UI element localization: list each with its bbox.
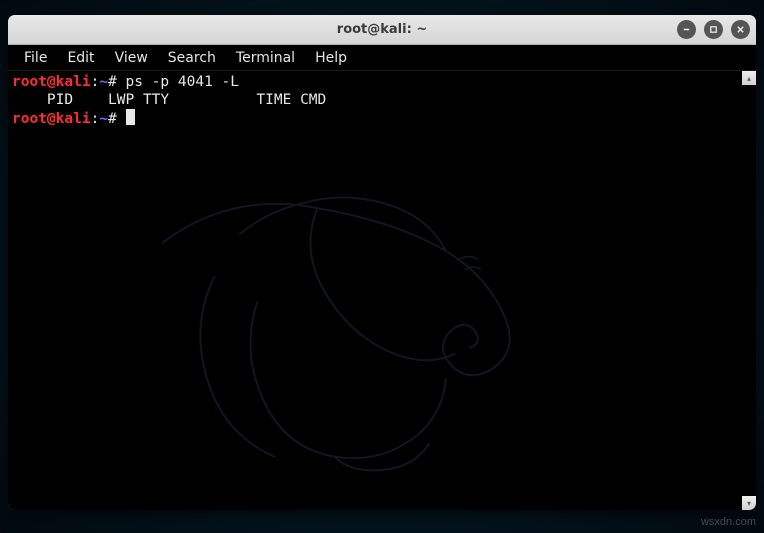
close-icon — [736, 25, 745, 34]
prompt-sep-2: : — [91, 111, 100, 127]
prompt-symbol-2: # — [108, 111, 117, 127]
prompt-sep: : — [91, 74, 100, 90]
prompt-host-2: kali — [56, 111, 91, 127]
window-title: root@kali: ~ — [337, 22, 427, 37]
menubar: File Edit View Search Terminal Help — [8, 45, 756, 71]
watermark: wsxdn.com — [701, 516, 756, 528]
menu-search[interactable]: Search — [158, 47, 226, 69]
command-text: ps -p 4041 -L — [126, 74, 240, 90]
prompt-path-2: ~ — [99, 111, 108, 127]
prompt-user: root — [12, 74, 47, 90]
prompt-path: ~ — [99, 74, 108, 90]
prompt-symbol: # — [108, 74, 117, 90]
maximize-button[interactable] — [704, 20, 723, 39]
terminal-content: root@kali:~# ps -p 4041 -L PID LWP TTY T… — [12, 73, 738, 128]
scroll-down-button[interactable]: ▾ — [742, 496, 756, 510]
window-controls — [677, 20, 750, 39]
output-header: PID LWP TTY TIME CMD — [12, 92, 326, 108]
terminal-body[interactable]: root@kali:~# ps -p 4041 -L PID LWP TTY T… — [8, 71, 742, 510]
titlebar[interactable]: root@kali: ~ — [8, 15, 756, 45]
minimize-icon — [682, 25, 691, 34]
menu-edit[interactable]: Edit — [57, 47, 104, 69]
scrollbar[interactable]: ▴ ▾ — [742, 71, 756, 510]
menu-file[interactable]: File — [14, 47, 57, 69]
prompt-host: kali — [56, 74, 91, 90]
close-button[interactable] — [731, 20, 750, 39]
chevron-up-icon: ▴ — [747, 74, 751, 83]
menu-help[interactable]: Help — [305, 47, 357, 69]
terminal-area: root@kali:~# ps -p 4041 -L PID LWP TTY T… — [8, 71, 756, 510]
prompt-at: @ — [47, 74, 56, 90]
minimize-button[interactable] — [677, 20, 696, 39]
menu-terminal[interactable]: Terminal — [226, 47, 305, 69]
terminal-window: root@kali: ~ File Edit View Search Termi… — [8, 15, 756, 510]
chevron-down-icon: ▾ — [747, 499, 751, 508]
scroll-up-button[interactable]: ▴ — [742, 71, 756, 85]
maximize-icon — [709, 25, 718, 34]
prompt-at-2: @ — [47, 111, 56, 127]
kali-dragon-icon — [128, 131, 558, 491]
cursor — [126, 109, 135, 125]
prompt-user-2: root — [12, 111, 47, 127]
menu-view[interactable]: View — [105, 47, 158, 69]
